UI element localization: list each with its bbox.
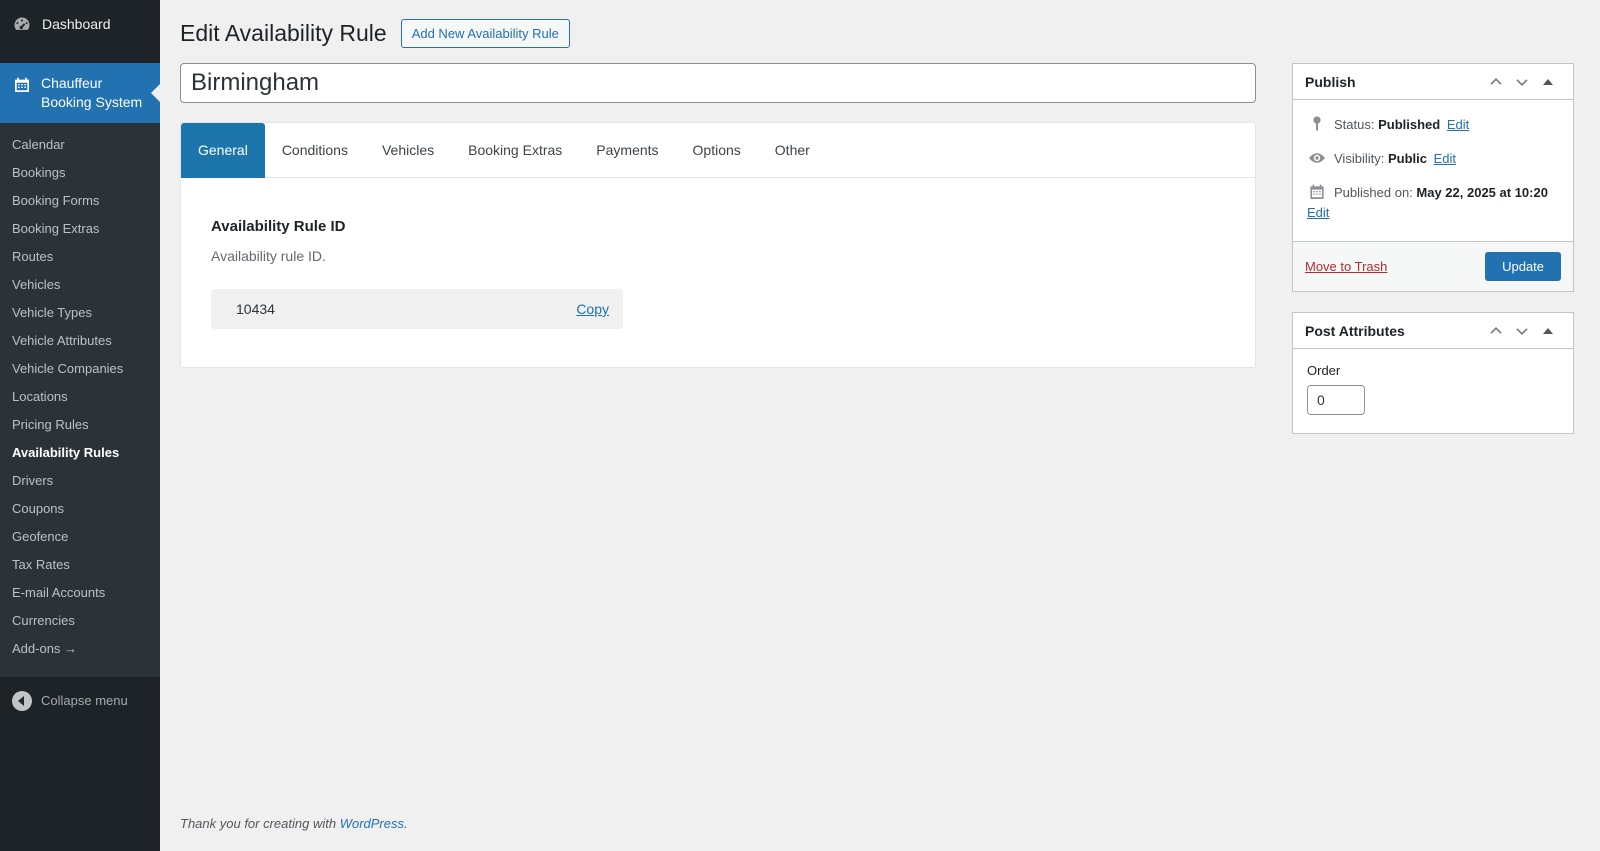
move-up-icon[interactable]	[1483, 319, 1509, 343]
add-new-availability-rule-button[interactable]: Add New Availability Rule	[400, 18, 570, 48]
post-attributes-body: Order	[1293, 349, 1573, 433]
tab-conditions[interactable]: Conditions	[265, 123, 365, 177]
dashboard-icon	[12, 14, 32, 34]
sidebar-item-email-accounts[interactable]: E-mail Accounts	[0, 579, 160, 607]
published-on-row: Published on: May 22, 2025 at 10:20 Edit	[1307, 182, 1559, 223]
rule-tab-bar: General Conditions Vehicles Booking Extr…	[181, 123, 1255, 178]
sidebar-item-vehicle-types[interactable]: Vehicle Types	[0, 299, 160, 327]
publish-box-title: Publish	[1305, 73, 1356, 90]
publishing-actions: Move to Trash Update	[1293, 241, 1573, 291]
sidebar-item-vehicle-attributes[interactable]: Vehicle Attributes	[0, 327, 160, 355]
sidebar-item-vehicles[interactable]: Vehicles	[0, 271, 160, 299]
edit-visibility-link[interactable]: Edit	[1434, 151, 1456, 166]
update-button[interactable]: Update	[1485, 252, 1561, 281]
publish-box-header: Publish	[1293, 64, 1573, 100]
order-label: Order	[1307, 363, 1341, 378]
status-value: Published	[1378, 117, 1441, 132]
post-attributes-box: Post Attributes Order	[1292, 312, 1574, 434]
sidebar-item-coupons[interactable]: Coupons	[0, 495, 160, 523]
page-title: Edit Availability Rule	[180, 20, 387, 46]
main-content: Edit Availability Rule Add New Availabil…	[160, 0, 1600, 434]
status-row: Status: Published Edit	[1307, 114, 1559, 135]
order-input[interactable]	[1307, 385, 1365, 415]
sidebar-item-geofence[interactable]: Geofence	[0, 523, 160, 551]
rule-title-input[interactable]	[180, 63, 1256, 103]
visibility-value: Public	[1387, 151, 1427, 166]
sidebar-item-drivers[interactable]: Drivers	[0, 467, 160, 495]
sidebar-item-tax-rates[interactable]: Tax Rates	[0, 551, 160, 579]
sidebar-item-calendar[interactable]: Calendar	[0, 131, 160, 159]
tab-other[interactable]: Other	[758, 123, 827, 177]
sidebar-item-locations[interactable]: Locations	[0, 383, 160, 411]
tab-general[interactable]: General	[181, 123, 265, 178]
tab-booking-extras[interactable]: Booking Extras	[451, 123, 579, 177]
calendar-plugin-icon	[12, 75, 32, 95]
sidebar-item-vehicle-companies[interactable]: Vehicle Companies	[0, 355, 160, 383]
sidebar-item-dashboard[interactable]: Dashboard	[0, 0, 160, 48]
rule-id-heading: Availability Rule ID	[211, 218, 346, 235]
published-calendar-icon	[1307, 182, 1327, 202]
rule-id-field: 10434 Copy	[211, 289, 623, 329]
edit-status-link[interactable]: Edit	[1447, 117, 1469, 132]
collapse-menu-label: Collapse menu	[41, 693, 128, 709]
status-label: Status:	[1334, 117, 1375, 132]
sidebar-dashboard-label: Dashboard	[42, 16, 111, 32]
move-down-icon[interactable]	[1509, 319, 1535, 343]
published-on-value: May 22, 2025 at 10:20	[1416, 185, 1548, 200]
sidebar-item-bookings[interactable]: Bookings	[0, 159, 160, 187]
move-down-icon[interactable]	[1509, 70, 1535, 94]
footer-thanks-text: Thank you for creating with	[180, 816, 337, 831]
sidebar-item-routes[interactable]: Routes	[0, 243, 160, 271]
sidebar-item-booking-forms[interactable]: Booking Forms	[0, 187, 160, 215]
publish-box: Publish Status: Published Edit Visibilit…	[1292, 63, 1574, 292]
post-attributes-header: Post Attributes	[1293, 313, 1573, 349]
status-pin-icon	[1307, 114, 1327, 134]
wordpress-link[interactable]: WordPress	[340, 816, 404, 831]
collapse-icon	[12, 690, 32, 711]
toggle-panel-icon[interactable]	[1535, 319, 1561, 343]
side-column: Publish Status: Published Edit Visibilit…	[1292, 63, 1574, 434]
plugin-submenu: Calendar Bookings Booking Forms Booking …	[0, 122, 160, 677]
copy-rule-id-link[interactable]: Copy	[576, 301, 609, 317]
move-to-trash-link[interactable]: Move to Trash	[1305, 259, 1387, 274]
page-header: Edit Availability Rule Add New Availabil…	[180, 18, 1574, 48]
editor-column: General Conditions Vehicles Booking Extr…	[180, 63, 1256, 368]
sidebar-item-availability-rules[interactable]: Availability Rules	[0, 439, 160, 467]
tab-general-content: Availability Rule ID Availability rule I…	[181, 178, 1255, 367]
sidebar-item-chauffeur-booking-system[interactable]: Chauffeur Booking System	[0, 63, 160, 123]
active-menu-arrow	[151, 83, 160, 102]
admin-footer-text: Thank you for creating with WordPress.	[180, 816, 408, 831]
edit-published-date-link[interactable]: Edit	[1307, 205, 1329, 220]
toggle-panel-icon[interactable]	[1535, 70, 1561, 94]
collapse-menu-button[interactable]: Collapse menu	[0, 679, 160, 723]
visibility-eye-icon	[1307, 148, 1327, 168]
sidebar-item-pricing-rules[interactable]: Pricing Rules	[0, 411, 160, 439]
tab-vehicles[interactable]: Vehicles	[365, 123, 451, 177]
published-on-label: Published on:	[1334, 185, 1413, 200]
visibility-label: Visibility:	[1334, 151, 1385, 166]
sidebar-item-currencies[interactable]: Currencies	[0, 607, 160, 635]
rule-id-value: 10434	[236, 301, 275, 317]
sidebar-item-add-ons[interactable]: Add-ons →	[0, 635, 160, 663]
rule-id-description: Availability rule ID.	[211, 248, 326, 264]
footer-suffix: .	[404, 816, 408, 831]
tab-payments[interactable]: Payments	[579, 123, 675, 177]
visibility-row: Visibility: Public Edit	[1307, 148, 1559, 169]
sidebar-item-booking-extras[interactable]: Booking Extras	[0, 215, 160, 243]
sidebar-plugin-label: Chauffeur Booking System	[41, 75, 143, 110]
rule-settings-panel: General Conditions Vehicles Booking Extr…	[180, 122, 1256, 368]
move-up-icon[interactable]	[1483, 70, 1509, 94]
post-attributes-title: Post Attributes	[1305, 322, 1405, 339]
tab-options[interactable]: Options	[676, 123, 758, 177]
publish-box-body: Status: Published Edit Visibility: Publi…	[1293, 100, 1573, 241]
admin-sidebar: Dashboard Chauffeur Booking System Calen…	[0, 0, 160, 851]
